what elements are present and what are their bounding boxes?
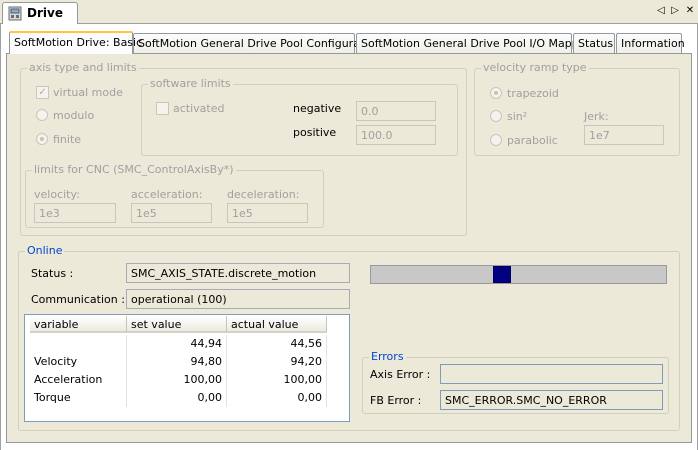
communication-label: Communication :: [31, 293, 125, 306]
cell-set-value: 94,80: [127, 353, 227, 371]
position-indicator-track: [370, 265, 667, 284]
activated-label: activated: [173, 102, 225, 115]
velocity-limit-label: velocity:: [34, 188, 80, 201]
tab-label: Information: [621, 37, 685, 50]
cell-actual-value: 0,00: [227, 389, 327, 407]
cell-variable: Velocity: [30, 353, 127, 371]
cell-variable: Torque: [30, 389, 127, 407]
modulo-radio[interactable]: [36, 109, 48, 121]
cell-variable: [30, 335, 127, 353]
cell-actual-value: 94,20: [227, 353, 327, 371]
axis-type-legend: axis type and limits: [27, 61, 139, 74]
editor-tab-drive[interactable]: Drive: [2, 2, 78, 25]
online-values-table[interactable]: variable set value actual value 44,94 44…: [24, 314, 350, 422]
online-legend: Online: [25, 244, 65, 257]
scroll-right-icon[interactable]: ▷: [669, 4, 681, 18]
column-header-variable[interactable]: variable: [30, 316, 127, 333]
trapezoid-label: trapezoid: [507, 87, 559, 100]
tab-drive-pool-io-mapping[interactable]: SoftMotion General Drive Pool I/O Mappin…: [356, 33, 596, 53]
fb-error-label: FB Error :: [370, 394, 422, 407]
close-icon[interactable]: ✕: [684, 4, 696, 18]
cell-set-value: 44,94: [127, 335, 227, 353]
column-header-set-value[interactable]: set value: [127, 316, 227, 333]
tab-softmotion-drive-basic[interactable]: SoftMotion Drive: Basic: [9, 31, 142, 54]
negative-limit-field[interactable]: 0.0: [356, 101, 436, 121]
sin2-label: sin²: [507, 110, 528, 123]
tab-drive-pool-configuration[interactable]: SoftMotion General Drive Pool Configurat…: [133, 33, 381, 53]
tab-label: SoftMotion Drive: Basic: [14, 36, 143, 49]
editor-tab-title: Drive: [27, 6, 63, 20]
status-field: SMC_AXIS_STATE.discrete_motion: [126, 263, 350, 283]
deceleration-limit-label: deceleration:: [227, 188, 300, 201]
column-header-actual-value[interactable]: actual value: [227, 316, 327, 333]
parabolic-label: parabolic: [507, 134, 558, 147]
velocity-limit-field[interactable]: 1e3: [34, 203, 116, 223]
finite-radio[interactable]: [36, 133, 48, 145]
cell-variable: Acceleration: [30, 371, 127, 389]
virtual-mode-checkbox[interactable]: ✓: [36, 86, 49, 99]
cell-actual-value: 100,00: [227, 371, 327, 389]
position-indicator-thumb: [493, 266, 511, 283]
trapezoid-radio[interactable]: [490, 87, 502, 99]
positive-label: positive: [293, 126, 337, 139]
finite-label: finite: [53, 133, 82, 146]
virtual-mode-label: virtual mode: [53, 86, 123, 99]
deceleration-limit-field[interactable]: 1e5: [227, 203, 308, 223]
modulo-label: modulo: [53, 109, 95, 122]
parabolic-radio[interactable]: [490, 134, 502, 146]
cell-set-value: 100,00: [127, 371, 227, 389]
tab-label: SoftMotion General Drive Pool I/O Mappin…: [361, 37, 596, 50]
editor-tab-strip: Drive ◁ ▷ ✕: [0, 0, 698, 25]
positive-limit-field[interactable]: 100.0: [356, 125, 436, 145]
drive-icon: [8, 6, 22, 21]
cnc-limits-legend: limits for CNC (SMC_ControlAxisBy*): [32, 163, 236, 176]
axis-error-label: Axis Error :: [370, 368, 431, 381]
acceleration-limit-label: acceleration:: [131, 188, 203, 201]
status-label: Status :: [31, 267, 74, 280]
jerk-field[interactable]: 1e7: [584, 125, 664, 145]
software-limits-legend: software limits: [148, 77, 233, 90]
communication-field: operational (100): [126, 289, 350, 309]
activated-checkbox[interactable]: [156, 102, 169, 115]
axis-error-field: [440, 364, 663, 384]
sin2-radio[interactable]: [490, 110, 502, 122]
velocity-ramp-legend: velocity ramp type: [481, 61, 589, 74]
cell-actual-value: 44,56: [227, 335, 327, 353]
jerk-label: Jerk:: [584, 110, 609, 123]
scroll-left-icon[interactable]: ◁: [655, 4, 667, 18]
tab-status[interactable]: Status: [573, 33, 615, 53]
negative-label: negative: [293, 102, 342, 115]
errors-legend: Errors: [369, 350, 406, 363]
tab-label: SoftMotion General Drive Pool Configurat…: [138, 37, 382, 50]
tab-label: Status: [578, 37, 614, 50]
cell-set-value: 0,00: [127, 389, 227, 407]
acceleration-limit-field[interactable]: 1e5: [131, 203, 212, 223]
fb-error-field: SMC_ERROR.SMC_NO_ERROR: [440, 390, 663, 410]
tab-information[interactable]: Information: [616, 33, 685, 53]
